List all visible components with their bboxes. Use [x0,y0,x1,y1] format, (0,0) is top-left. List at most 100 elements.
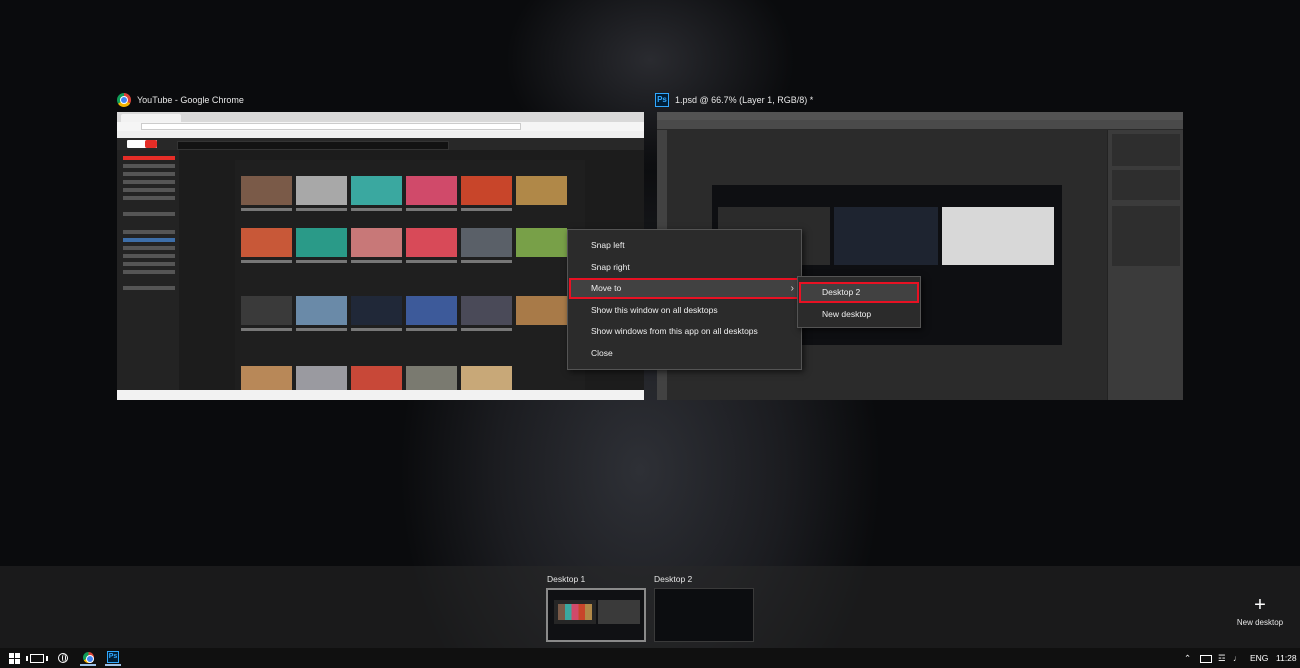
video-caption [296,208,347,211]
battery-icon[interactable] [1200,650,1214,666]
video-caption [351,328,402,331]
sidebar-row [123,180,175,184]
wifi-icon[interactable]: ☲ [1218,650,1226,666]
sidebar-row [123,156,175,160]
task-view-button[interactable] [26,650,48,666]
language-indicator[interactable]: ENG [1250,650,1268,666]
move-to-submenu: Desktop 2 New desktop [797,276,921,328]
windows-logo-icon [8,652,20,664]
sidebar-row [123,286,175,290]
youtube-sidebar [117,150,179,390]
task-view-icon [26,653,48,663]
network-app-button[interactable] [56,650,70,666]
youtube-search-box [177,141,449,150]
video-thumbnail [516,296,567,325]
window-context-menu: Snap left Snap right Move to › Show this … [567,229,802,370]
video-thumbnail [296,228,347,257]
layers-panel [1112,206,1180,266]
menu-item-move-to[interactable]: Move to › [569,278,800,299]
submenu-item-label: New desktop [822,309,872,319]
taskbar [0,648,1300,668]
mini-window-preview [598,600,640,624]
video-thumbnail [406,296,457,325]
photoshop-panels [1107,130,1183,400]
video-caption [461,328,512,331]
video-caption [241,260,292,263]
menu-item-snap-right[interactable]: Snap right [569,257,800,278]
clock[interactable]: 11:28 [1276,650,1297,666]
chrome-taskbar-button[interactable] [80,650,96,666]
video-caption [241,208,292,211]
menu-item-label: Show windows from this app on all deskto… [591,326,758,336]
photoshop-icon: Ps [107,651,119,663]
submenu-item-label: Desktop 2 [822,287,861,297]
browser-tab [121,114,181,122]
menu-item-label: Snap right [591,262,630,272]
photoshop-window-title-text: 1.psd @ 66.7% (Layer 1, RGB/8) * [675,95,814,105]
desktop-2-thumbnail[interactable] [654,588,754,642]
photoshop-icon: Ps [655,93,669,107]
sidebar-row [123,164,175,168]
photoshop-window-title[interactable]: Ps 1.psd @ 66.7% (Layer 1, RGB/8) * [655,92,813,108]
doc-window-preview [834,207,938,265]
menu-item-show-app-all-desktops[interactable]: Show windows from this app on all deskto… [569,321,800,342]
desktop-1-thumbnail[interactable] [546,588,646,642]
sidebar-row [123,230,175,234]
video-caption [406,328,457,331]
mini-window-preview [554,600,596,624]
video-caption [406,208,457,211]
sidebar-row [123,246,175,250]
video-thumbnail [241,296,292,325]
menu-item-close[interactable]: Close [569,343,800,364]
chevron-right-icon: › [790,283,794,294]
video-thumbnail [516,176,567,205]
download-bar [117,390,644,400]
sidebar-row [123,270,175,274]
address-bar [141,123,521,130]
video-thumbnail [461,296,512,325]
menu-item-snap-left[interactable]: Snap left [569,235,800,256]
histogram-panel [1112,134,1180,166]
chrome-icon [82,651,94,663]
video-thumbnail [241,176,292,205]
menu-item-label: Close [591,348,613,358]
photoshop-options-bar [657,120,1183,130]
photoshop-taskbar-button[interactable]: Ps [105,650,121,666]
chrome-icon [117,93,131,107]
desktop-1-label: Desktop 1 [547,574,586,584]
video-caption [241,328,292,331]
sidebar-row [123,188,175,192]
browser-tab-strip [117,112,644,122]
video-thumbnail [461,176,512,205]
virtual-desktops-strip [0,566,1300,648]
start-button[interactable] [6,650,22,666]
youtube-logo [127,140,157,148]
sidebar-row [123,196,175,200]
new-desktop-button[interactable]: + New desktop [1230,594,1290,627]
video-thumbnail [516,228,567,257]
video-caption [296,260,347,263]
video-caption [461,208,512,211]
photoshop-menubar [657,112,1183,120]
plus-icon: + [1254,594,1266,616]
bookmarks-bar [117,131,644,138]
video-caption [296,328,347,331]
sidebar-row [123,238,175,242]
video-thumbnail [351,228,402,257]
video-caption [406,260,457,263]
video-thumbnail [406,228,457,257]
desktop-2-label: Desktop 2 [654,574,693,584]
menu-item-show-window-all-desktops[interactable]: Show this window on all desktops [569,300,800,321]
menu-item-label: Snap left [591,240,625,250]
submenu-item-desktop-2[interactable]: Desktop 2 [799,282,919,303]
volume-icon[interactable]: ♩ [1233,650,1242,666]
chrome-window-title-text: YouTube - Google Chrome [137,95,244,105]
chrome-window-title[interactable]: YouTube - Google Chrome [117,92,244,108]
video-caption [351,260,402,263]
menu-item-label: Move to [591,283,622,293]
chevron-up-icon[interactable]: ⌃ [1184,650,1191,666]
chrome-window-thumbnail[interactable] [117,112,644,400]
submenu-item-new-desktop[interactable]: New desktop [799,304,919,325]
video-thumbnail [351,296,402,325]
mini-video-strip [558,604,592,620]
